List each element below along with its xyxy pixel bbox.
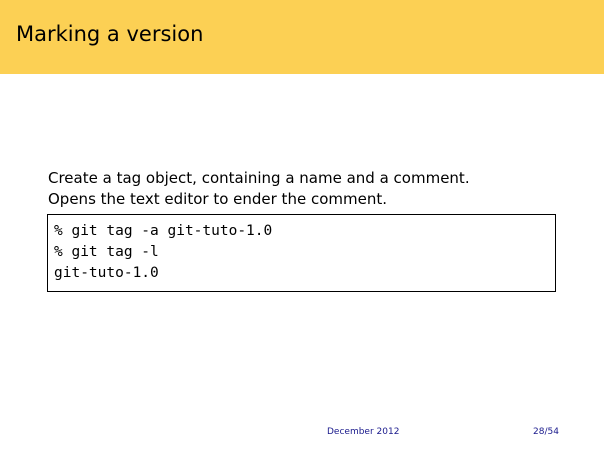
slide-body: Create a tag object, containing a name a… [48,168,568,210]
code-line: git-tuto-1.0 [54,265,159,281]
code-block: % git tag -a git-tuto-1.0 % git tag -l g… [47,214,556,292]
code-line: % git tag -a git-tuto-1.0 [54,223,273,239]
slide-title: Marking a version [16,22,204,46]
page-number: 28/54 [533,427,559,437]
body-paragraph: Create a tag object, containing a name a… [48,169,470,187]
slide-header: Marking a version [0,0,604,74]
footer-date: December 2012 [327,427,400,437]
code-line: % git tag -l [54,244,159,260]
body-paragraph: Opens the text editor to ender the comme… [48,190,387,208]
